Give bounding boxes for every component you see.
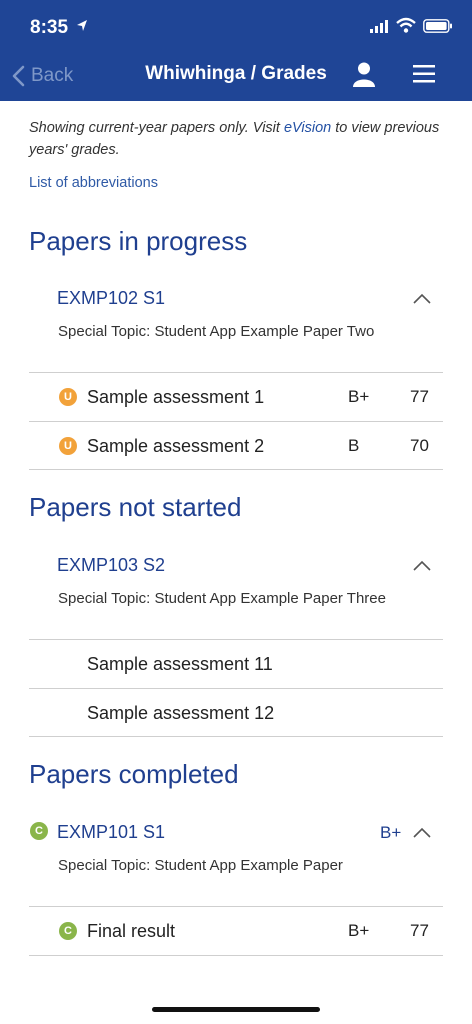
assessment-grade: B (348, 436, 360, 455)
home-indicator[interactable] (152, 1007, 320, 1012)
paper-code[interactable]: EXMP102 S1 (57, 288, 165, 309)
paper-grade: B+ (380, 823, 402, 842)
chevron-up-icon[interactable] (412, 292, 432, 310)
assessment-row[interactable]: U Sample assessment 1 B+ 77 (29, 373, 443, 421)
assessment-row[interactable]: C Final result B+ 77 (29, 907, 443, 955)
assessment-score: 70 (410, 436, 429, 455)
assessment-label: Sample assessment 1 (87, 387, 265, 407)
location-icon (76, 19, 88, 37)
assessment-row[interactable]: Sample assessment 11 (29, 640, 443, 688)
assessment-row[interactable]: Sample assessment 12 (29, 689, 443, 737)
status-time: 8:35 (30, 17, 69, 38)
divider (29, 736, 443, 737)
abbreviations-link[interactable]: List of abbreviations (29, 175, 158, 191)
app-header: 8:35 Back Whiwhinga / Grades (0, 0, 472, 101)
section-title-completed: Papers completed (29, 759, 239, 789)
in-progress-badge: U (59, 437, 77, 455)
paper-description: Special Topic: Student App Example Paper (58, 857, 343, 874)
paper-code[interactable]: EXMP103 S2 (57, 555, 165, 576)
completed-badge: C (30, 822, 48, 840)
cellular-signal-icon (370, 20, 388, 38)
in-progress-badge: U (59, 388, 77, 406)
completed-badge: C (59, 922, 77, 940)
menu-button[interactable] (413, 64, 435, 89)
evision-link[interactable]: eVision (284, 120, 331, 136)
divider (29, 955, 443, 956)
assessment-score: 77 (410, 921, 429, 940)
hamburger-menu-icon (413, 65, 435, 83)
assessment-label: Final result (87, 921, 176, 941)
paper-code[interactable]: EXMP101 S1 (57, 822, 165, 843)
assessment-label: Sample assessment 11 (87, 654, 273, 674)
assessment-row[interactable]: U Sample assessment 2 B 70 (29, 422, 443, 470)
chevron-up-icon[interactable] (412, 826, 432, 844)
page-title: Whiwhinga / Grades (145, 63, 327, 84)
assessment-label: Sample assessment 12 (87, 703, 275, 723)
paper-description: Special Topic: Student App Example Paper… (58, 323, 375, 340)
profile-button[interactable] (352, 61, 376, 92)
intro-text: Showing current-year papers only. Visit … (29, 120, 440, 158)
battery-icon (423, 19, 453, 38)
assessment-label: Sample assessment 2 (87, 436, 265, 456)
assessment-score: 77 (410, 387, 429, 406)
divider (29, 469, 443, 470)
wifi-icon (396, 17, 416, 38)
paper-description: Special Topic: Student App Example Paper… (58, 590, 386, 607)
section-title-not-started: Papers not started (29, 492, 242, 522)
user-icon (353, 62, 375, 87)
section-title-in-progress: Papers in progress (29, 226, 248, 256)
chevron-up-icon[interactable] (412, 559, 432, 577)
assessment-grade: B+ (348, 921, 370, 940)
assessment-grade: B+ (348, 387, 370, 406)
